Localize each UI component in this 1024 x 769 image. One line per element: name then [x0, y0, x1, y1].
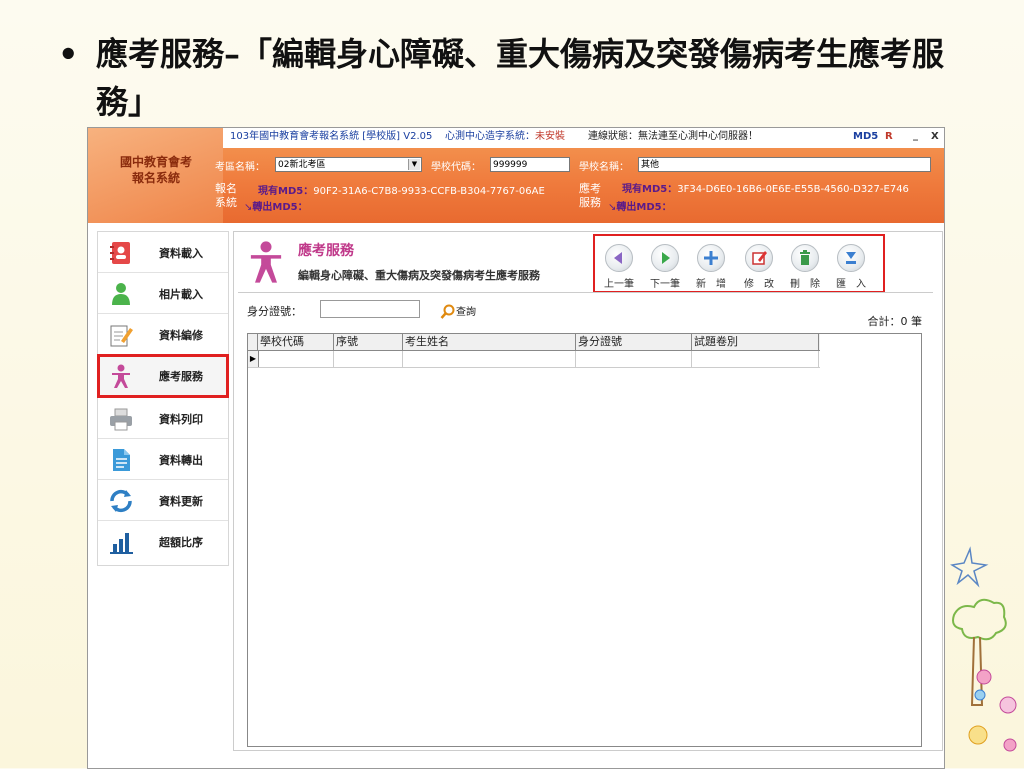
- app-logo: 國中教育會考 報名系統: [96, 154, 216, 186]
- col-seq[interactable]: 序號: [334, 334, 403, 350]
- app-title: 103年國中教育會考報名系統 [學校版] V2.05: [230, 131, 433, 142]
- sidebar-item-label: 資料編修: [159, 329, 203, 342]
- table-cell[interactable]: [403, 351, 576, 367]
- id-number-label: 身分證號：: [247, 305, 302, 318]
- school-code-label: 學校代碼：: [431, 162, 481, 173]
- col-paper-type[interactable]: 試題卷別: [692, 334, 819, 350]
- sidebar-item-label: 超額比序: [159, 536, 203, 549]
- delete-button[interactable]: 刪 除: [785, 244, 825, 290]
- r-button[interactable]: R: [885, 128, 893, 146]
- sidebar-item-data-load[interactable]: 資料載入: [98, 232, 228, 273]
- sidebar-item-label: 資料更新: [159, 495, 203, 508]
- trash-icon: [791, 244, 819, 272]
- person-icon: [112, 283, 130, 305]
- sidebar-item-ranking[interactable]: 超額比序: [98, 521, 228, 562]
- slide-title-text: 應考服務–「編輯身心障礙、重大傷病及突發傷病考生應考服務」: [96, 35, 945, 121]
- sidebar-item-data-edit[interactable]: 資料編修: [98, 314, 228, 355]
- title-bar: 103年國中教育會考報名系統 [學校版] V2.05 心測中心造字系統：未安裝 …: [223, 128, 944, 148]
- school-name-label: 學校名稱：: [579, 162, 629, 173]
- md5-button[interactable]: MD5: [853, 128, 878, 146]
- school-name-field[interactable]: 其他: [638, 157, 931, 172]
- exam-area-select[interactable]: 02新北考區 ▼: [275, 157, 422, 172]
- table-row[interactable]: ▶: [248, 351, 820, 368]
- col-school-code[interactable]: 學校代碼: [258, 334, 334, 350]
- sidebar-item-export[interactable]: 資料轉出: [98, 439, 228, 480]
- panel-subtitle: 編輯身心障礙、重大傷病及突發傷病考生應考服務: [298, 269, 540, 282]
- printer-icon: [110, 408, 132, 431]
- decorative-tree-icon: [950, 546, 1017, 752]
- main-panel: 應考服務 編輯身心障礙、重大傷病及突發傷病考生應考服務 上一筆 下一筆 新 增 …: [233, 231, 943, 751]
- bullet: •: [58, 35, 79, 73]
- next-record-button[interactable]: 下一筆: [645, 244, 685, 290]
- sidebar-item-label: 相片載入: [159, 288, 203, 301]
- reg-system-label: 報名 系統: [215, 182, 237, 209]
- id-number-input[interactable]: [320, 300, 420, 318]
- sidebar-item-label: 資料載入: [159, 247, 203, 260]
- grid-header: 學校代碼 序號 考生姓名 身分證號 試題卷別: [248, 334, 820, 351]
- table-cell[interactable]: [576, 351, 692, 367]
- sidebar: 資料載入 相片載入 資料編修 應考服務 資料列印 資料轉出 資料更新 超額比序: [97, 231, 229, 566]
- col-student-name[interactable]: 考生姓名: [403, 334, 576, 350]
- slide-title: • 應考服務–「編輯身心障礙、重大傷病及突發傷病考生應考服務」: [58, 30, 978, 126]
- arrow-right-icon: [651, 244, 679, 272]
- connection-status: 連線狀態：無法連至心測中心伺服器！: [588, 131, 758, 142]
- document-export-icon: [113, 449, 130, 471]
- refresh-icon: [110, 489, 132, 513]
- exam-area-label: 考區名稱：: [215, 162, 265, 173]
- col-id-number[interactable]: 身分證號: [576, 334, 692, 350]
- reg-export-md5: ↘轉出MD5：: [244, 202, 308, 213]
- logo-line2: 報名系統: [131, 171, 180, 185]
- sidebar-item-label: 資料列印: [159, 413, 203, 426]
- search-button[interactable]: 查詢: [440, 303, 476, 320]
- accessibility-person-icon: [250, 241, 282, 283]
- prev-record-button[interactable]: 上一筆: [599, 244, 639, 290]
- import-button[interactable]: 匯 入: [831, 244, 871, 290]
- divider: [238, 292, 933, 293]
- svc-label: 應考 服務: [579, 182, 601, 209]
- import-icon: [837, 244, 865, 272]
- exam-area-value: 02新北考區: [278, 160, 326, 170]
- row-header-corner: [248, 334, 258, 350]
- panel-title: 應考服務: [298, 243, 354, 259]
- search-icon: [440, 304, 455, 319]
- plus-icon: [697, 244, 725, 272]
- close-button[interactable]: X: [931, 128, 939, 146]
- sidebar-item-photo-load[interactable]: 相片載入: [98, 273, 228, 314]
- minimize-button[interactable]: _: [913, 128, 918, 145]
- table-cell[interactable]: [334, 351, 403, 367]
- address-book-icon: [110, 242, 130, 264]
- edit-button[interactable]: 修 改: [739, 244, 779, 290]
- edit-document-icon: [110, 325, 133, 347]
- accessibility-person-icon: [112, 364, 130, 388]
- sidebar-item-print[interactable]: 資料列印: [98, 398, 228, 439]
- logo-line1: 國中教育會考: [119, 155, 192, 169]
- sidebar-item-label: 資料轉出: [159, 454, 203, 467]
- svc-current-md5: 現有MD5：3F34-D6E0-16B6-0E6E-E55B-4560-D327…: [622, 184, 909, 195]
- app-header: 國中教育會考 報名系統 103年國中教育會考報名系統 [學校版] V2.05 心…: [88, 128, 944, 223]
- table-cell[interactable]: [692, 351, 819, 367]
- data-grid[interactable]: 學校代碼 序號 考生姓名 身分證號 試題卷別 ▶: [247, 333, 922, 747]
- school-code-field[interactable]: 999999: [490, 157, 570, 172]
- chevron-down-icon[interactable]: ▼: [408, 159, 420, 170]
- bar-chart-icon: [110, 533, 133, 554]
- sidebar-item-label: 應考服務: [159, 370, 203, 383]
- font-system-status: 心測中心造字系統：未安裝: [445, 131, 565, 142]
- record-toolbar: 上一筆 下一筆 新 增 修 改 刪 除 匯 入: [593, 234, 885, 293]
- table-cell[interactable]: [258, 351, 334, 367]
- edit-icon: [745, 244, 773, 272]
- search-label: 查詢: [456, 307, 476, 318]
- sidebar-item-exam-service[interactable]: 應考服務: [97, 354, 229, 398]
- arrow-left-icon: [605, 244, 633, 272]
- sidebar-item-update[interactable]: 資料更新: [98, 480, 228, 521]
- record-count: 合計：0 筆: [867, 315, 923, 328]
- reg-current-md5: 現有MD5：90F2-31A6-C7B8-9933-CCFB-B304-7767…: [258, 186, 545, 197]
- app-window: 國中教育會考 報名系統 103年國中教育會考報名系統 [學校版] V2.05 心…: [87, 127, 945, 769]
- add-button[interactable]: 新 增: [691, 244, 731, 290]
- svc-export-md5: ↘轉出MD5：: [608, 202, 672, 213]
